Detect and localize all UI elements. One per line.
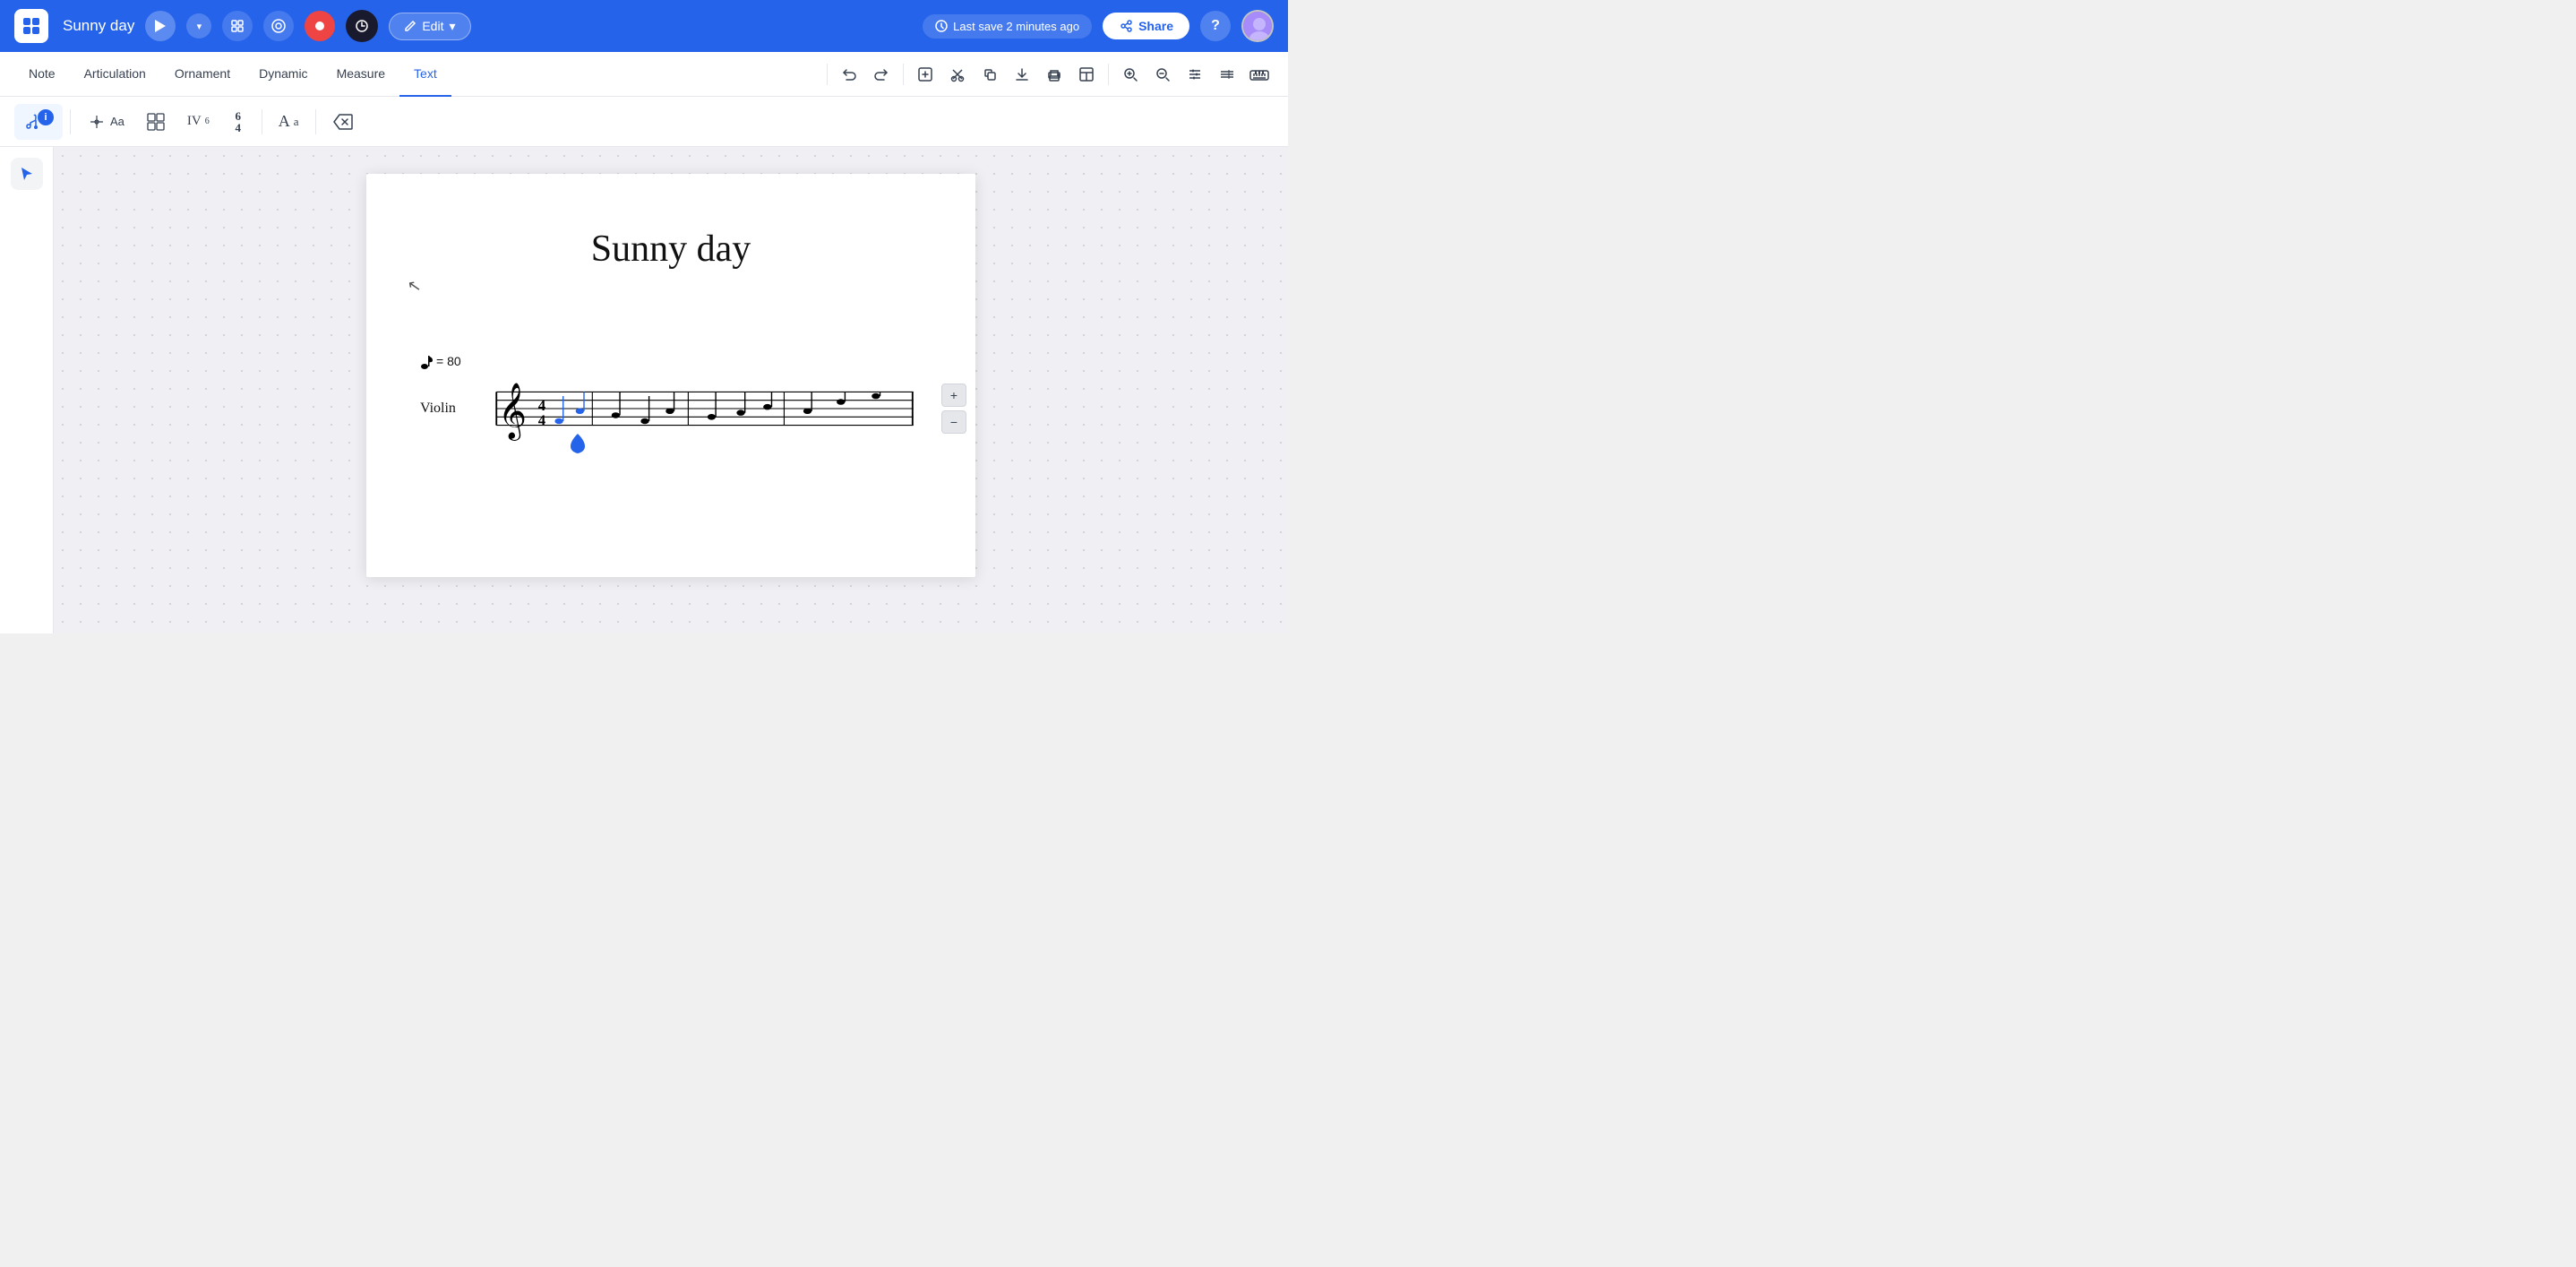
keyboard-button[interactable] xyxy=(1245,60,1274,89)
divider xyxy=(903,64,904,85)
menu-tabs: Note Articulation Ornament Dynamic Measu… xyxy=(14,52,451,97)
text-style-tool[interactable]: Aa xyxy=(78,104,133,140)
zoom-in-button[interactable] xyxy=(1116,60,1145,89)
tab-measure[interactable]: Measure xyxy=(322,52,399,97)
play-dropdown[interactable]: ▾ xyxy=(186,13,211,39)
sheet-page: Sunny day = 80 Violin xyxy=(366,174,975,577)
divider xyxy=(827,64,828,85)
backspace-tool[interactable] xyxy=(323,104,363,140)
copy-button[interactable] xyxy=(975,60,1004,89)
play-button[interactable] xyxy=(145,11,176,41)
staff-button[interactable] xyxy=(1213,60,1241,89)
download-button[interactable] xyxy=(1008,60,1036,89)
divider xyxy=(315,109,316,134)
canvas-area[interactable]: Sunny day = 80 Violin xyxy=(54,147,1288,634)
text-subtoolbar: i Aa IV6 6 4 Aa xyxy=(0,97,1288,147)
help-button[interactable]: ? xyxy=(1200,11,1231,41)
toolbar-right-actions xyxy=(823,60,1274,89)
time-signature-tool[interactable]: 6 4 xyxy=(222,104,254,140)
main-content: Sunny day = 80 Violin xyxy=(0,147,1288,634)
blue-cursor xyxy=(571,434,585,458)
cut-button[interactable] xyxy=(943,60,972,89)
mixer-button[interactable] xyxy=(346,10,378,42)
tab-note[interactable]: Note xyxy=(14,52,70,97)
top-bar: Sunny day ▾ Edit ▾ xyxy=(0,0,1288,52)
tempo-marking: = 80 xyxy=(420,353,922,369)
user-avatar[interactable] xyxy=(1241,10,1274,42)
grid-tool[interactable] xyxy=(137,104,175,140)
add-measure-button[interactable]: + xyxy=(941,384,966,407)
app-logo[interactable] xyxy=(14,9,48,43)
layout-button[interactable] xyxy=(1072,60,1101,89)
top-bar-right: Last save 2 minutes ago Share ? xyxy=(923,10,1274,42)
print-button[interactable] xyxy=(1040,60,1069,89)
music-area: = 80 Violin xyxy=(420,353,922,444)
note-info-tool[interactable]: i xyxy=(14,104,63,140)
equalizer-button[interactable] xyxy=(1181,60,1209,89)
measure-controls: + − xyxy=(941,384,966,434)
divider xyxy=(70,109,71,134)
tab-ornament[interactable]: Ornament xyxy=(160,52,245,97)
divider xyxy=(1108,64,1109,85)
add-measure-button[interactable] xyxy=(911,60,940,89)
text-format-tool[interactable]: Aa xyxy=(270,104,308,140)
select-tool[interactable] xyxy=(11,158,43,190)
svg-text:4: 4 xyxy=(538,412,546,429)
record-button[interactable] xyxy=(305,11,335,41)
remove-measure-button[interactable]: − xyxy=(941,410,966,434)
svg-text:𝄞: 𝄞 xyxy=(498,384,527,441)
tab-text[interactable]: Text xyxy=(399,52,451,97)
document-title: Sunny day xyxy=(63,17,134,35)
staff-svg: 𝄞 4 4 xyxy=(463,373,922,444)
menu-toolbar: Note Articulation Ornament Dynamic Measu… xyxy=(0,52,1288,97)
save-indicator: Last save 2 minutes ago xyxy=(923,14,1092,39)
staff-container: Violin xyxy=(420,373,922,444)
roman-numeral-tool[interactable]: IV6 xyxy=(178,104,219,140)
undo-button[interactable] xyxy=(835,60,863,89)
share-button[interactable]: Share xyxy=(1103,13,1189,39)
instrument-label: Violin xyxy=(420,401,456,417)
notation-tool-button[interactable] xyxy=(222,11,253,41)
tab-dynamic[interactable]: Dynamic xyxy=(245,52,322,97)
edit-button[interactable]: Edit ▾ xyxy=(389,13,470,40)
zoom-out-button[interactable] xyxy=(1148,60,1177,89)
tab-articulation[interactable]: Articulation xyxy=(70,52,160,97)
left-sidebar xyxy=(0,147,54,634)
redo-button[interactable] xyxy=(867,60,896,89)
audio-tool-button[interactable] xyxy=(263,11,294,41)
sheet-title: Sunny day xyxy=(366,174,975,271)
